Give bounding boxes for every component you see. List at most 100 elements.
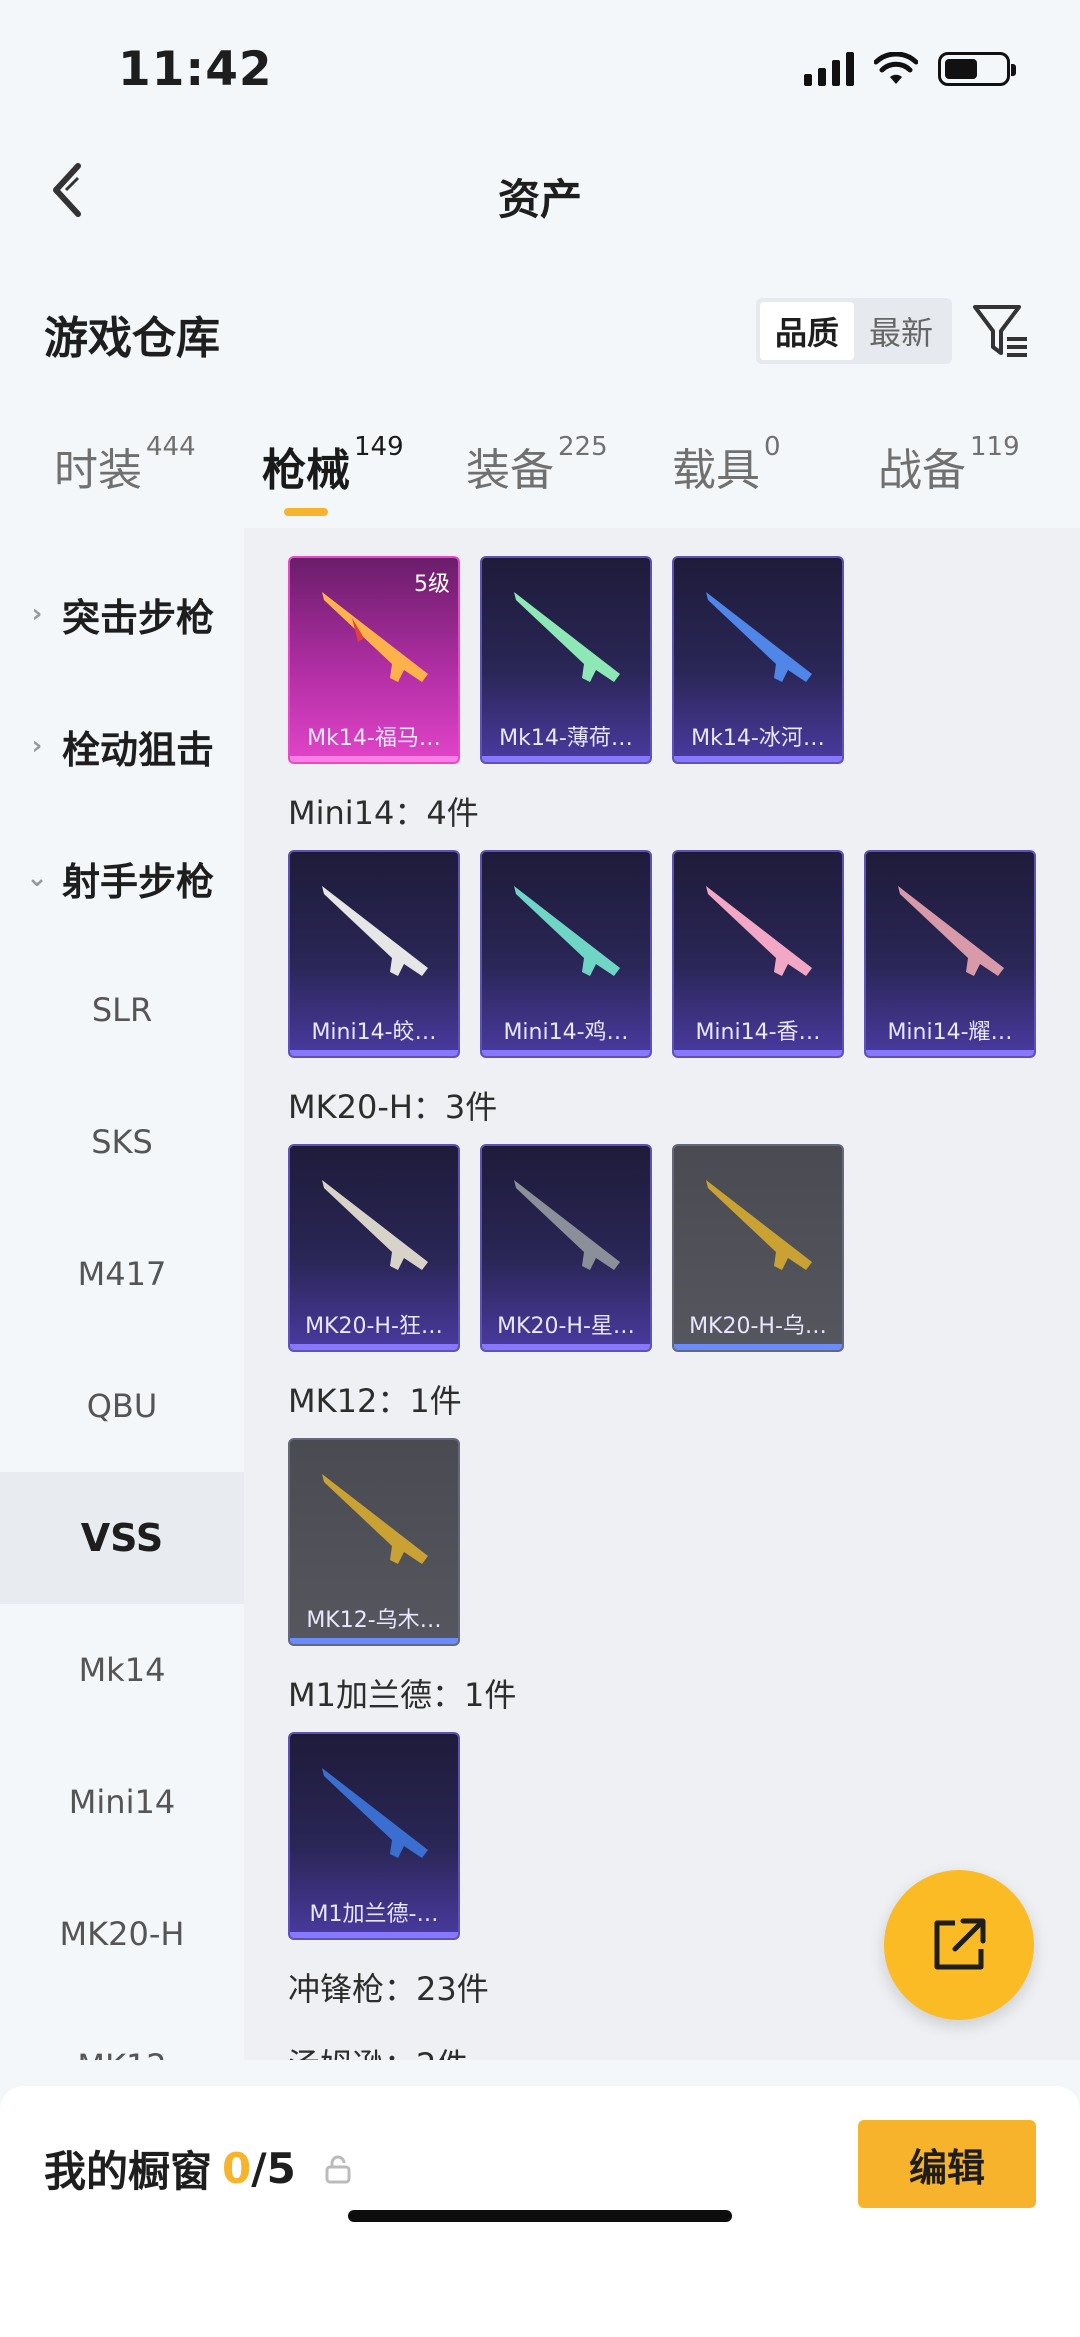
warehouse-title: 游戏仓库 [44,313,220,364]
tab-count: 225 [558,432,608,462]
share-icon [934,1918,986,1970]
chevron-right-icon: › [31,731,43,761]
page-title: 资产 [497,175,582,224]
sidebar-category-bolt-sniper[interactable]: › 栓动狙击 [0,680,244,812]
weapon-card[interactable]: Mini14-鸡… [480,850,652,1058]
rarity-bar [290,756,458,762]
tab-supplies[interactable]: 战备 119 [878,432,1020,498]
rarity-bar [674,1344,842,1350]
tab-label: 载具 [672,445,760,496]
weapon-name: M1加兰德-… [309,1902,439,1927]
rifle-icon [322,592,428,682]
warehouse-header: 游戏仓库 品质 最新 [0,280,1080,380]
rifle-icon [514,886,620,976]
tab-count: 119 [970,432,1020,462]
rifle-icon [322,1768,428,1858]
tab-count: 149 [354,432,404,462]
status-icons [804,52,1016,86]
sort-latest-button[interactable]: 最新 [854,302,948,360]
weapon-name: Mini14-鸡… [503,1020,629,1045]
sidebar-item-mk14[interactable]: Mk14 [0,1604,244,1736]
wifi-icon [874,52,918,84]
rarity-bar [866,1050,1034,1056]
filter-icon [973,305,1027,357]
tab-count: 444 [146,432,196,462]
rifle-icon [898,886,1004,976]
showcase-total: /5 [251,2144,296,2193]
sidebar-item-vss[interactable]: VSS [0,1472,244,1604]
sidebar-item-sks[interactable]: SKS [0,1076,244,1208]
tab-count: 0 [764,432,781,462]
weapon-name: Mk14-冰河… [691,726,825,751]
weapon-card[interactable]: Mini14-皎… [288,850,460,1058]
sidebar-item-mk20h[interactable]: MK20-H [0,1868,244,2000]
showcase-label: 我的橱窗 [44,2147,213,2196]
sidebar-item-slr[interactable]: SLR [0,944,244,1076]
rarity-bar [482,1050,650,1056]
weapon-card[interactable]: Mini14-耀… [864,850,1036,1058]
tab-label: 时装 [54,445,142,496]
sort-quality-button[interactable]: 品质 [760,302,854,360]
rarity-bar [290,1344,458,1350]
sidebar-category-label: 栓动狙击 [62,727,215,772]
weapon-name: Mini14-皎… [311,1020,437,1045]
home-indicator [348,2210,732,2222]
rifle-icon [706,886,812,976]
group-label-thompson: 汤姆逊：2件 [288,2040,468,2060]
sidebar-item-mini14[interactable]: Mini14 [0,1736,244,1868]
group-label-mk12: MK12：1件 [288,1382,462,1420]
showcase-count: 0 [222,2144,252,2193]
sidebar-item-qbu[interactable]: QBU [0,1340,244,1472]
rarity-bar [290,1050,458,1056]
weapon-card[interactable]: Mk14-冰河… [672,556,844,764]
sidebar-category-assault-rifle[interactable]: › 突击步枪 [0,548,244,680]
rifle-icon [322,886,428,976]
tab-equipment[interactable]: 装备 225 [466,432,608,498]
tab-guns[interactable]: 枪械 149 [262,432,404,498]
weapon-name: Mk14-薄荷… [499,726,633,751]
rifle-icon [322,1180,428,1270]
signal-icon [804,52,854,86]
edit-button[interactable]: 编辑 [858,2120,1036,2208]
tab-fashion[interactable]: 时装 444 [54,432,196,498]
rarity-bar [482,756,650,762]
weapon-name: MK20-H-星… [497,1314,635,1339]
weapon-card[interactable]: MK12-乌木… [288,1438,460,1646]
rifle-icon [706,1180,812,1270]
share-button[interactable] [884,1870,1034,2020]
tab-vehicles[interactable]: 载具 0 [672,432,781,498]
sidebar-item-m417[interactable]: M417 [0,1208,244,1340]
status-time: 11:42 [118,42,273,97]
rarity-bar [290,1638,458,1644]
weapon-grid: 5级 Mk14-福马… Mk14-薄荷… Mk14-冰河… Mini14：4件 … [244,528,1080,2060]
tab-label: 装备 [466,445,554,496]
sidebar-category-marksman-rifle[interactable]: ⌄ 射手步枪 [0,812,244,944]
sort-toggle: 品质 最新 [756,298,952,364]
sidebar-item-mk12[interactable]: MK12 [0,2000,244,2060]
weapon-card[interactable]: M1加兰德-… [288,1732,460,1940]
weapon-card[interactable]: MK20-H-狂… [288,1144,460,1352]
rarity-bar [674,1050,842,1056]
weapon-sidebar: › 突击步枪 › 栓动狙击 ⌄ 射手步枪 SLR SKS M417 QBU VS… [0,528,244,2060]
rarity-bar [482,1344,650,1350]
rarity-bar [674,756,842,762]
weapon-card[interactable]: 5级 Mk14-福马… [288,556,460,764]
group-label-smg: 冲锋枪：23件 [288,1970,489,2008]
rifle-icon [514,1180,620,1270]
weapon-card[interactable]: MK20-H-乌… [672,1144,844,1352]
active-tab-indicator [284,508,328,516]
weapon-name: MK20-H-乌… [689,1314,827,1339]
weapon-card[interactable]: Mk14-薄荷… [480,556,652,764]
showcase-info: 我的橱窗 0 /5 [44,2138,352,2199]
weapon-card[interactable]: MK20-H-星… [480,1144,652,1352]
status-bar: 11:42 [0,0,1080,140]
category-tabs: 时装 444 枪械 149 装备 225 载具 0 战备 119 [0,420,1080,528]
weapon-card[interactable]: Mini14-香… [672,850,844,1058]
filter-button[interactable] [968,298,1034,364]
nav-bar: 资产 [0,140,1080,240]
rarity-bar [290,1932,458,1938]
tab-label: 枪械 [262,445,350,496]
battery-icon [938,52,1016,86]
weapon-name: MK20-H-狂… [305,1314,443,1339]
chevron-right-icon: › [31,599,43,629]
